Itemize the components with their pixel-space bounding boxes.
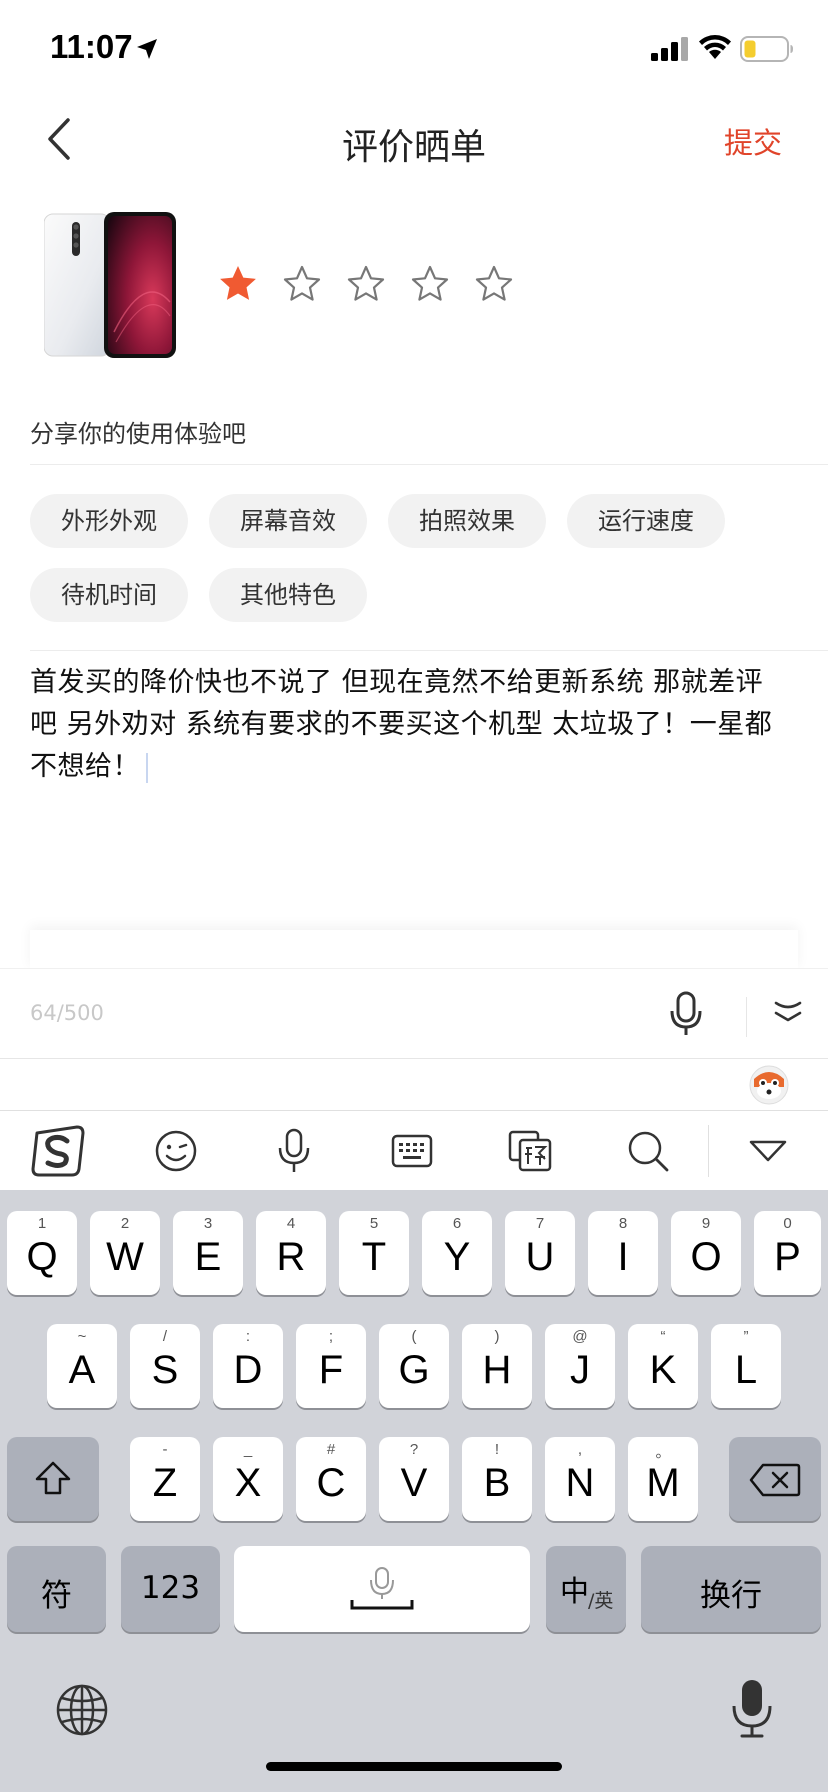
input-toolbar: 64/500 bbox=[0, 968, 828, 1058]
review-text: 首发买的降价快也不说了 但现在竟然不给更新系统 那就差评吧 另外劝对 系统有要求… bbox=[30, 667, 773, 782]
tag-battery[interactable]: 待机时间 bbox=[30, 568, 188, 622]
star-empty-icon[interactable] bbox=[474, 264, 514, 304]
keyboard-icon[interactable] bbox=[382, 1121, 442, 1181]
globe-icon[interactable] bbox=[54, 1682, 110, 1738]
collapse-icon[interactable] bbox=[774, 999, 802, 1023]
shift-key[interactable] bbox=[7, 1437, 99, 1521]
key-s[interactable]: / S bbox=[130, 1324, 200, 1408]
symbols-key[interactable]: 符 bbox=[7, 1546, 106, 1632]
key-g[interactable]: (G bbox=[379, 1324, 449, 1408]
key-a[interactable]: ~ A bbox=[47, 1324, 117, 1408]
key-d[interactable]: :D bbox=[213, 1324, 283, 1408]
emoji-icon[interactable] bbox=[146, 1121, 206, 1181]
key-q[interactable]: 1Q bbox=[7, 1211, 77, 1295]
shift-icon bbox=[35, 1461, 71, 1495]
key-m[interactable]: 。 M bbox=[628, 1437, 698, 1521]
key-c[interactable]: # C bbox=[296, 1437, 366, 1521]
star-rating[interactable] bbox=[218, 264, 514, 304]
star-empty-icon[interactable] bbox=[282, 264, 322, 304]
numbers-key[interactable]: 123 bbox=[121, 1546, 220, 1632]
dictation-mic-icon[interactable] bbox=[730, 1678, 774, 1740]
battery-icon bbox=[740, 36, 793, 62]
page-title: 评价晒单 bbox=[341, 127, 486, 168]
keyboard: 1Q 2W 3E 4R 5T 6Y 7U 8I 9O 0P ~ A / S :D ;… bbox=[0, 1190, 828, 1792]
divider bbox=[708, 1125, 709, 1177]
space-mic-icon bbox=[350, 1567, 414, 1610]
key-w[interactable]: 2W bbox=[90, 1211, 160, 1295]
space-key[interactable] bbox=[234, 1546, 530, 1632]
star-empty-icon[interactable] bbox=[346, 264, 386, 304]
review-textarea[interactable]: 首发买的降价快也不说了 但现在竟然不给更新系统 那就差评吧 另外劝对 系统有要求… bbox=[30, 662, 790, 788]
tag-speed[interactable]: 运行速度 bbox=[567, 494, 725, 548]
key-b[interactable]: ! B bbox=[462, 1437, 532, 1521]
tag-camera[interactable]: 拍照效果 bbox=[388, 494, 546, 548]
submit-button[interactable]: 提交 bbox=[724, 120, 782, 162]
return-key[interactable]: 换行 bbox=[641, 1546, 821, 1632]
key-l[interactable]: ” L bbox=[711, 1324, 781, 1408]
home-indicator bbox=[266, 1762, 562, 1771]
key-z[interactable]: -Z bbox=[130, 1437, 200, 1521]
key-j[interactable]: @ J bbox=[545, 1324, 615, 1408]
translate-icon[interactable] bbox=[500, 1121, 560, 1181]
language-switch-key[interactable]: 中/英 bbox=[546, 1546, 626, 1632]
key-k[interactable]: “K bbox=[628, 1324, 698, 1408]
key-n[interactable]: ,N bbox=[545, 1437, 615, 1521]
ime-hint-row bbox=[0, 1058, 828, 1110]
text-caret bbox=[146, 752, 148, 783]
key-p[interactable]: 0P bbox=[754, 1211, 821, 1295]
status-time: 11:07 bbox=[50, 28, 133, 65]
divider bbox=[746, 997, 747, 1037]
divider bbox=[30, 464, 828, 465]
search-icon[interactable] bbox=[618, 1121, 678, 1181]
tag-appearance[interactable]: 外形外观 bbox=[30, 494, 188, 548]
key-t[interactable]: 5T bbox=[339, 1211, 409, 1295]
sogou-logo-icon[interactable] bbox=[28, 1121, 88, 1181]
collapse-keyboard-icon[interactable] bbox=[738, 1121, 798, 1181]
microphone-icon[interactable] bbox=[668, 991, 704, 1037]
mascot-icon[interactable] bbox=[748, 1061, 790, 1105]
key-v[interactable]: ? V bbox=[379, 1437, 449, 1521]
key-h[interactable]: ) H bbox=[462, 1324, 532, 1408]
tag-other[interactable]: 其他特色 bbox=[209, 568, 367, 622]
key-r[interactable]: 4R bbox=[256, 1211, 326, 1295]
key-f[interactable]: ; F bbox=[296, 1324, 366, 1408]
tag-screen-audio[interactable]: 屏幕音效 bbox=[209, 494, 367, 548]
wifi-icon bbox=[699, 35, 731, 59]
divider bbox=[30, 650, 828, 651]
cellular-signal-icon bbox=[651, 37, 688, 61]
key-o[interactable]: 9O bbox=[671, 1211, 741, 1295]
key-u[interactable]: 7U bbox=[505, 1211, 575, 1295]
star-filled-icon[interactable] bbox=[218, 264, 258, 304]
ime-toolbar bbox=[0, 1110, 828, 1190]
share-prompt: 分享你的使用体验吧 bbox=[30, 420, 246, 448]
product-image bbox=[44, 212, 176, 358]
key-e[interactable]: 3E bbox=[173, 1211, 243, 1295]
status-bar: 11:07 bbox=[0, 0, 828, 100]
key-x[interactable]: _ X bbox=[213, 1437, 283, 1521]
voice-icon[interactable] bbox=[264, 1121, 324, 1181]
key-y[interactable]: 6Y bbox=[422, 1211, 492, 1295]
star-empty-icon[interactable] bbox=[410, 264, 450, 304]
nav-bar: 评价晒单 提交 bbox=[0, 100, 828, 196]
image-upload-card bbox=[30, 930, 798, 970]
location-arrow-icon bbox=[137, 39, 157, 59]
char-count: 64/500 bbox=[30, 1001, 104, 1025]
backspace-icon bbox=[749, 1463, 801, 1497]
backspace-key[interactable] bbox=[729, 1437, 821, 1521]
key-i[interactable]: 8I bbox=[588, 1211, 658, 1295]
